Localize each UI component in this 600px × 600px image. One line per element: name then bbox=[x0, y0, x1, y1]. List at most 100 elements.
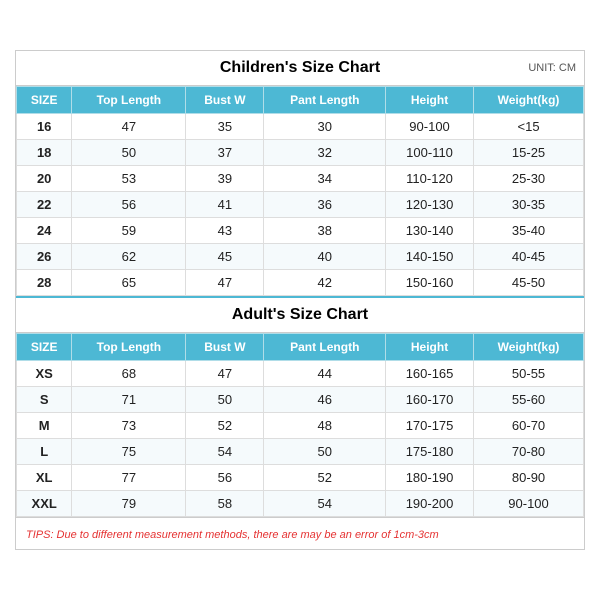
table-cell: 24 bbox=[17, 218, 72, 244]
table-cell: 170-175 bbox=[386, 413, 474, 439]
size-chart-container: Children's Size Chart UNIT: CM SIZETop L… bbox=[15, 50, 585, 550]
table-cell: 68 bbox=[72, 361, 186, 387]
table-cell: 32 bbox=[264, 140, 386, 166]
table-cell: 25-30 bbox=[474, 166, 584, 192]
adult-data-row: M735248170-17560-70 bbox=[17, 413, 584, 439]
table-cell: 160-165 bbox=[386, 361, 474, 387]
table-cell: 39 bbox=[186, 166, 264, 192]
table-cell: 65 bbox=[72, 270, 186, 296]
table-cell: 175-180 bbox=[386, 439, 474, 465]
children-table: SIZETop LengthBust WPant LengthHeightWei… bbox=[16, 86, 584, 296]
table-cell: XL bbox=[17, 465, 72, 491]
table-cell: 43 bbox=[186, 218, 264, 244]
table-cell: 90-100 bbox=[386, 114, 474, 140]
table-cell: 70-80 bbox=[474, 439, 584, 465]
table-cell: 190-200 bbox=[386, 491, 474, 517]
children-header-cell: Weight(kg) bbox=[474, 87, 584, 114]
table-cell: 30 bbox=[264, 114, 386, 140]
table-cell: 41 bbox=[186, 192, 264, 218]
adult-header-cell: Bust W bbox=[186, 334, 264, 361]
table-cell: 160-170 bbox=[386, 387, 474, 413]
table-cell: 35 bbox=[186, 114, 264, 140]
children-data-row: 28654742150-16045-50 bbox=[17, 270, 584, 296]
table-cell: L bbox=[17, 439, 72, 465]
table-cell: 34 bbox=[264, 166, 386, 192]
table-cell: 48 bbox=[264, 413, 386, 439]
table-cell: 80-90 bbox=[474, 465, 584, 491]
children-header-cell: SIZE bbox=[17, 87, 72, 114]
table-cell: 100-110 bbox=[386, 140, 474, 166]
table-cell: 36 bbox=[264, 192, 386, 218]
table-cell: 16 bbox=[17, 114, 72, 140]
table-cell: 140-150 bbox=[386, 244, 474, 270]
children-header-cell: Pant Length bbox=[264, 87, 386, 114]
table-cell: 28 bbox=[17, 270, 72, 296]
adult-tbody: XS684744160-16550-55S715046160-17055-60M… bbox=[17, 361, 584, 517]
children-header-row: SIZETop LengthBust WPant LengthHeightWei… bbox=[17, 87, 584, 114]
children-header-cell: Height bbox=[386, 87, 474, 114]
table-cell: 45-50 bbox=[474, 270, 584, 296]
table-cell: 50 bbox=[186, 387, 264, 413]
table-cell: 130-140 bbox=[386, 218, 474, 244]
table-cell: 120-130 bbox=[386, 192, 474, 218]
adult-table: SIZETop LengthBust WPant LengthHeightWei… bbox=[16, 333, 584, 517]
adult-data-row: XL775652180-19080-90 bbox=[17, 465, 584, 491]
table-cell: 42 bbox=[264, 270, 386, 296]
children-header-cell: Bust W bbox=[186, 87, 264, 114]
table-cell: S bbox=[17, 387, 72, 413]
adult-header-cell: Top Length bbox=[72, 334, 186, 361]
adult-section-header: Adult's Size Chart bbox=[16, 296, 584, 333]
children-data-row: 18503732100-11015-25 bbox=[17, 140, 584, 166]
table-cell: 180-190 bbox=[386, 465, 474, 491]
table-cell: 79 bbox=[72, 491, 186, 517]
table-cell: 90-100 bbox=[474, 491, 584, 517]
table-cell: 110-120 bbox=[386, 166, 474, 192]
table-cell: 22 bbox=[17, 192, 72, 218]
adult-header-cell: Pant Length bbox=[264, 334, 386, 361]
table-cell: 56 bbox=[72, 192, 186, 218]
table-cell: 15-25 bbox=[474, 140, 584, 166]
table-cell: 40 bbox=[264, 244, 386, 270]
table-cell: XXL bbox=[17, 491, 72, 517]
children-data-row: 20533934110-12025-30 bbox=[17, 166, 584, 192]
table-cell: 59 bbox=[72, 218, 186, 244]
table-cell: 52 bbox=[264, 465, 386, 491]
adult-data-row: XXL795854190-20090-100 bbox=[17, 491, 584, 517]
table-cell: 47 bbox=[72, 114, 186, 140]
children-header-cell: Top Length bbox=[72, 87, 186, 114]
table-cell: 37 bbox=[186, 140, 264, 166]
table-cell: 60-70 bbox=[474, 413, 584, 439]
table-cell: M bbox=[17, 413, 72, 439]
table-cell: 44 bbox=[264, 361, 386, 387]
children-chart-title: Children's Size Chart bbox=[220, 59, 380, 76]
table-cell: 20 bbox=[17, 166, 72, 192]
adult-header-row: SIZETop LengthBust WPant LengthHeightWei… bbox=[17, 334, 584, 361]
tips-text: TIPS: Due to different measurement metho… bbox=[26, 529, 439, 541]
table-cell: 50 bbox=[264, 439, 386, 465]
children-data-row: 22564136120-13030-35 bbox=[17, 192, 584, 218]
tips-row: TIPS: Due to different measurement metho… bbox=[16, 517, 584, 549]
children-data-row: 24594338130-14035-40 bbox=[17, 218, 584, 244]
table-cell: 38 bbox=[264, 218, 386, 244]
table-cell: 62 bbox=[72, 244, 186, 270]
children-section-header: Children's Size Chart UNIT: CM bbox=[16, 51, 584, 86]
table-cell: 54 bbox=[186, 439, 264, 465]
adult-header-cell: Height bbox=[386, 334, 474, 361]
table-cell: 50 bbox=[72, 140, 186, 166]
children-data-row: 26624540140-15040-45 bbox=[17, 244, 584, 270]
table-cell: 45 bbox=[186, 244, 264, 270]
table-cell: 56 bbox=[186, 465, 264, 491]
table-cell: <15 bbox=[474, 114, 584, 140]
table-cell: 40-45 bbox=[474, 244, 584, 270]
children-tbody: 1647353090-100<1518503732100-11015-25205… bbox=[17, 114, 584, 296]
table-cell: 53 bbox=[72, 166, 186, 192]
table-cell: XS bbox=[17, 361, 72, 387]
adult-data-row: L755450175-18070-80 bbox=[17, 439, 584, 465]
table-cell: 47 bbox=[186, 270, 264, 296]
table-cell: 73 bbox=[72, 413, 186, 439]
adult-header-cell: SIZE bbox=[17, 334, 72, 361]
table-cell: 58 bbox=[186, 491, 264, 517]
table-cell: 54 bbox=[264, 491, 386, 517]
adult-data-row: XS684744160-16550-55 bbox=[17, 361, 584, 387]
table-cell: 75 bbox=[72, 439, 186, 465]
